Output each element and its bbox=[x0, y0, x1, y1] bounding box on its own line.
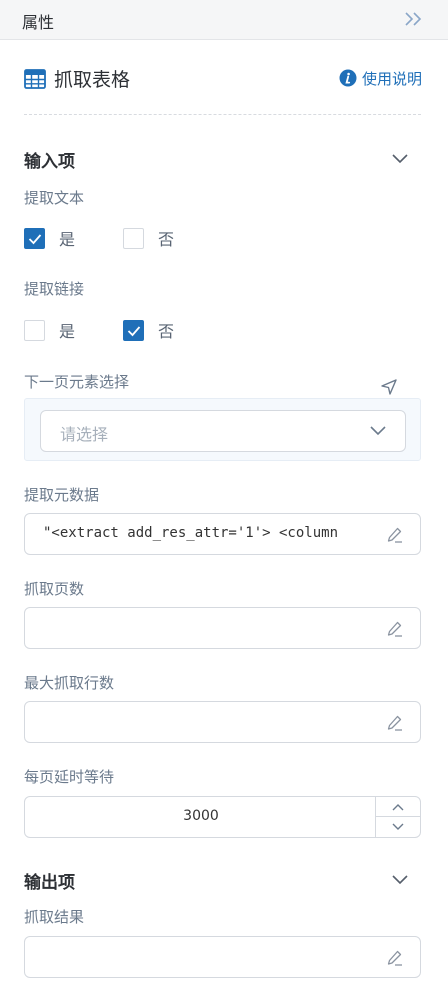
pencil-icon[interactable] bbox=[386, 949, 404, 967]
extract-links-yes-label: 是 bbox=[59, 322, 76, 341]
table-icon bbox=[24, 69, 46, 89]
chevron-up-icon bbox=[392, 804, 404, 811]
help-link-label[interactable]: 使用说明 bbox=[362, 68, 422, 89]
extract-links-yes-checkbox[interactable] bbox=[24, 319, 45, 341]
chevron-down-icon bbox=[370, 426, 386, 436]
max-rows-label: 最大抓取行数 bbox=[24, 674, 115, 692]
panel-title-row: 抓取表格 使用说明 bbox=[24, 62, 422, 96]
metadata-value: "<extract add_res_attr='1'> <column bbox=[43, 525, 339, 541]
extract-links-no-label: 否 bbox=[158, 322, 175, 341]
increment-button[interactable] bbox=[376, 797, 420, 817]
outputs-section-title: 输出项 bbox=[24, 873, 75, 893]
metadata-label: 提取元数据 bbox=[24, 486, 100, 504]
pencil-icon[interactable] bbox=[386, 714, 404, 732]
chevron-down-icon[interactable] bbox=[390, 873, 410, 887]
extract-text-no-checkbox[interactable] bbox=[123, 227, 144, 249]
page-wait-number-input[interactable]: 3000 bbox=[24, 796, 421, 838]
extract-text-yes-checkbox[interactable] bbox=[24, 227, 45, 249]
extract-text-no-option[interactable]: 否 bbox=[123, 226, 174, 250]
pencil-icon[interactable] bbox=[386, 620, 404, 638]
chevron-down-icon bbox=[392, 823, 404, 830]
result-input[interactable] bbox=[24, 936, 421, 978]
inputs-section-title: 输入项 bbox=[24, 152, 75, 172]
next-page-label: 下一页元素选择 bbox=[24, 373, 130, 391]
page-count-input[interactable] bbox=[24, 607, 421, 649]
next-page-select[interactable]: 请选择 bbox=[40, 410, 406, 452]
chevron-down-icon[interactable] bbox=[390, 152, 410, 166]
next-page-select-container: 请选择 bbox=[24, 398, 421, 461]
extract-text-no-label: 否 bbox=[158, 230, 175, 249]
decrement-button[interactable] bbox=[376, 817, 420, 837]
extract-links-no-option[interactable]: 否 bbox=[123, 318, 174, 342]
panel-header: 属性 bbox=[0, 0, 448, 40]
extract-links-yes-option[interactable]: 是 bbox=[24, 318, 75, 342]
max-rows-input[interactable] bbox=[24, 701, 421, 743]
extract-links-label: 提取链接 bbox=[24, 280, 85, 298]
pencil-icon[interactable] bbox=[386, 526, 404, 544]
extract-text-yes-label: 是 bbox=[59, 230, 76, 249]
header-title: 属性 bbox=[22, 13, 55, 32]
panel-title: 抓取表格 bbox=[54, 69, 131, 91]
extract-links-no-checkbox[interactable] bbox=[123, 319, 144, 341]
divider bbox=[24, 114, 421, 115]
info-icon bbox=[339, 69, 357, 87]
double-chevron-right-icon[interactable] bbox=[403, 10, 425, 28]
locate-arrow-icon[interactable] bbox=[380, 378, 398, 396]
metadata-input[interactable]: "<extract add_res_attr='1'> <column bbox=[24, 513, 421, 555]
help-link[interactable]: 使用说明 bbox=[339, 67, 422, 89]
next-page-select-placeholder: 请选择 bbox=[60, 425, 109, 444]
extract-text-label: 提取文本 bbox=[24, 189, 85, 207]
page-wait-label: 每页延时等待 bbox=[24, 768, 115, 786]
extract-text-yes-option[interactable]: 是 bbox=[24, 226, 75, 250]
page-wait-stepper bbox=[375, 797, 420, 837]
page-wait-value[interactable]: 3000 bbox=[25, 808, 377, 824]
result-label: 抓取结果 bbox=[24, 908, 85, 926]
page-count-label: 抓取页数 bbox=[24, 580, 85, 598]
